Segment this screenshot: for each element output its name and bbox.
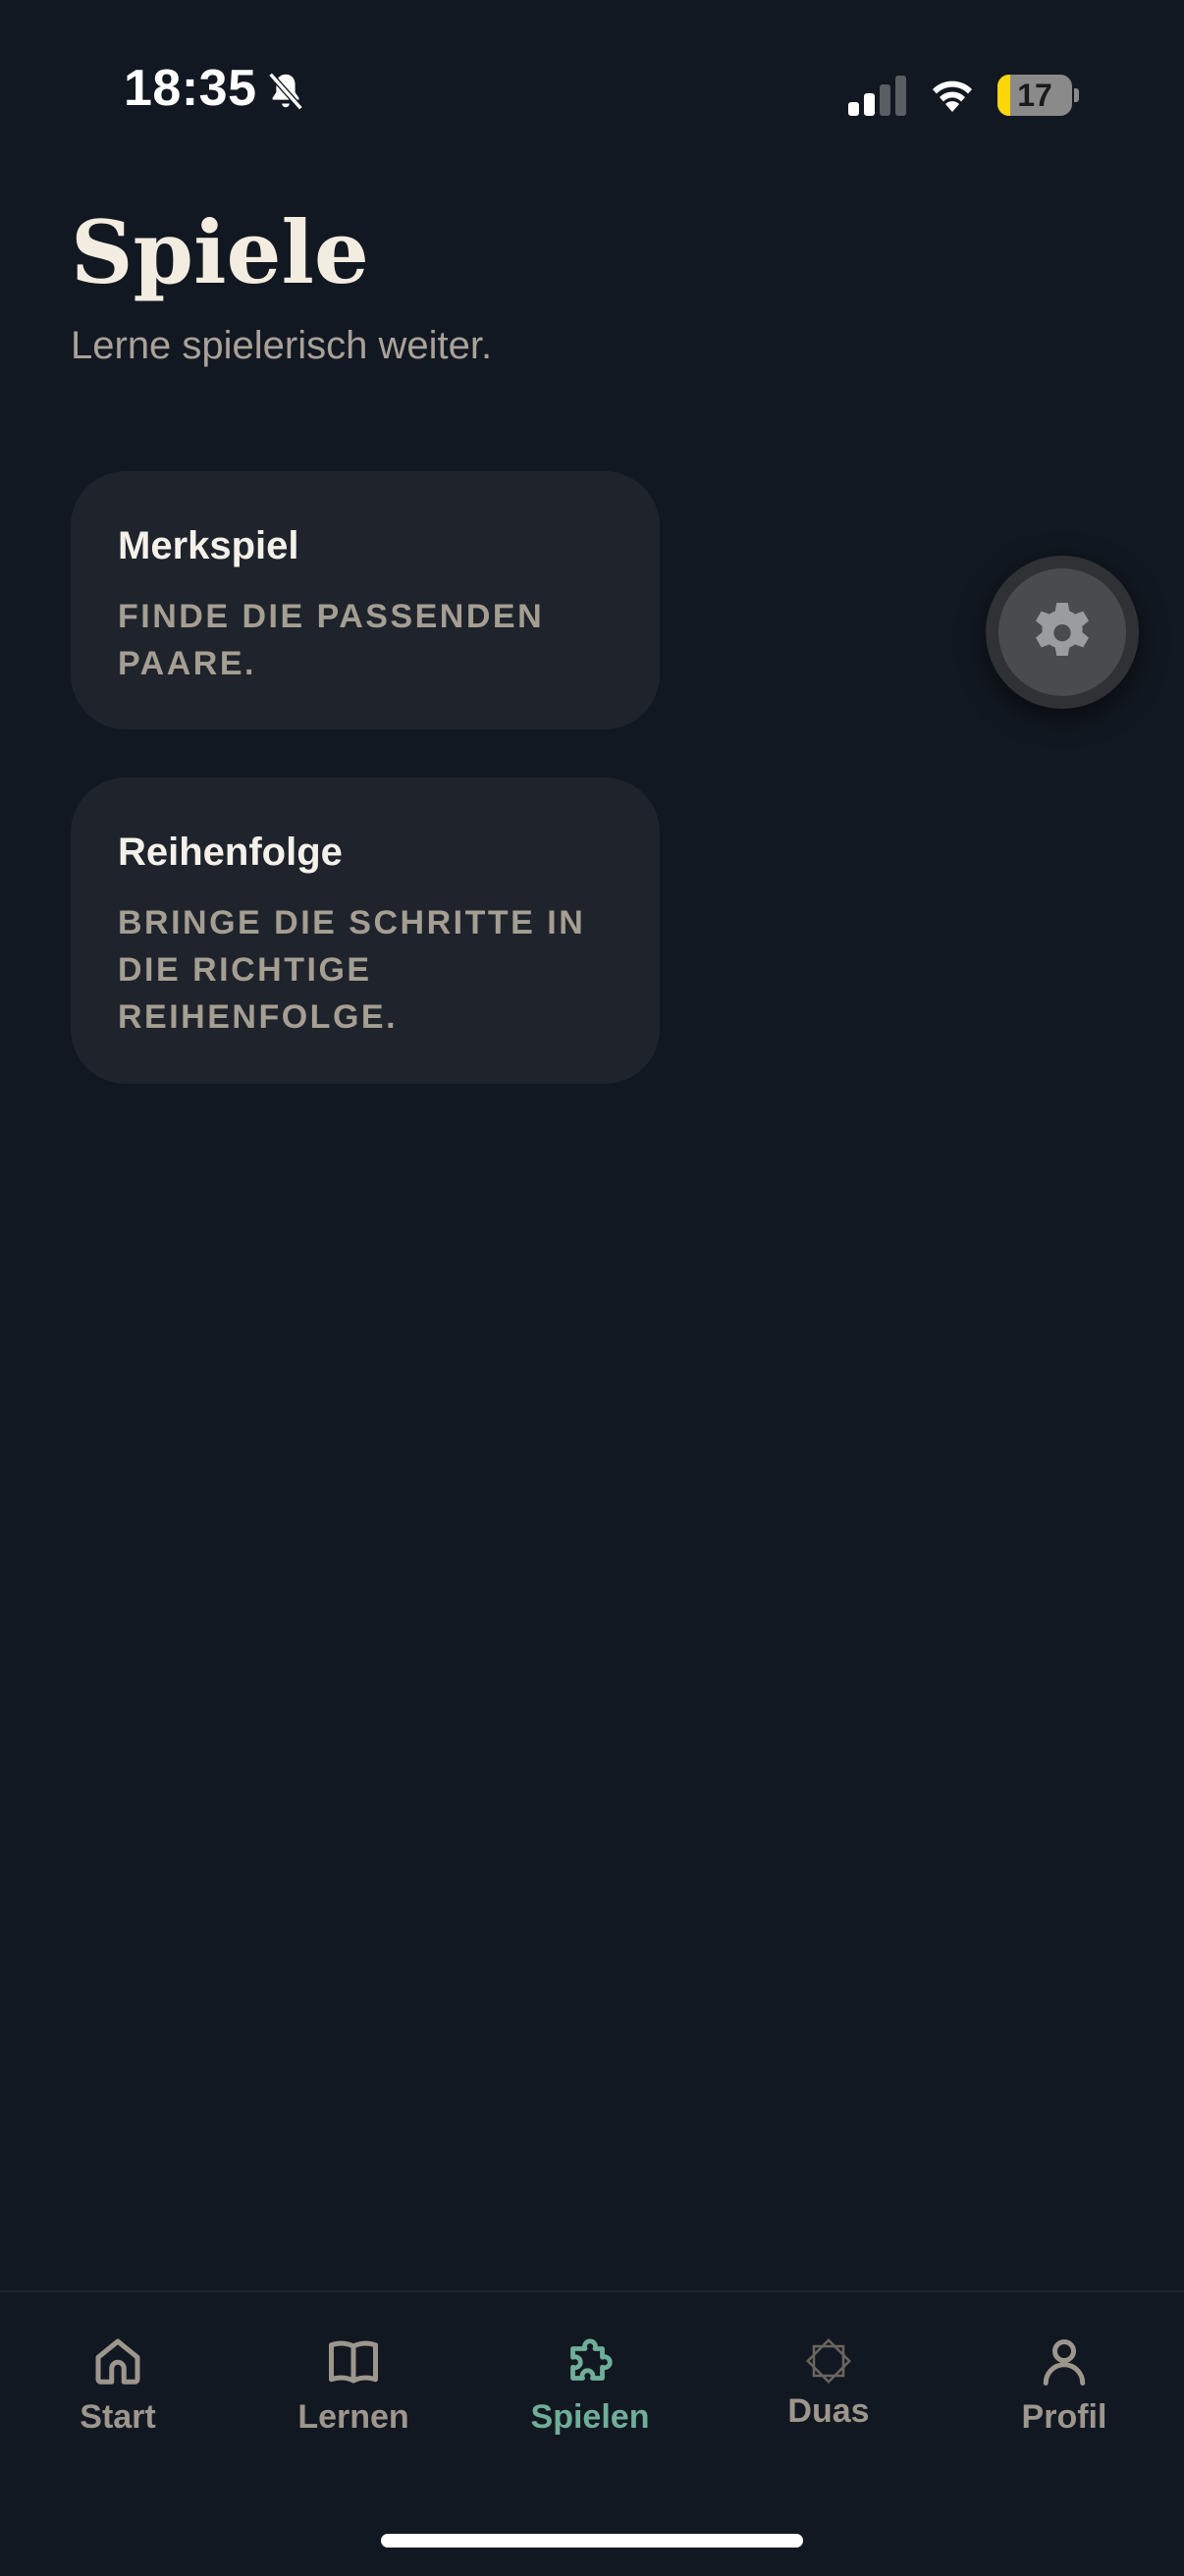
settings-button[interactable] bbox=[986, 556, 1139, 709]
wifi-icon bbox=[933, 80, 972, 112]
battery-level: 17 bbox=[1017, 78, 1052, 113]
cellular-signal-icon bbox=[848, 76, 906, 116]
game-card-title: Reihenfolge bbox=[118, 831, 343, 874]
tab-profil[interactable]: Profil bbox=[966, 2332, 1162, 2459]
page-title: Spiele bbox=[71, 201, 369, 303]
tab-lernen[interactable]: Lernen bbox=[255, 2332, 452, 2459]
status-time: 18:35 bbox=[124, 60, 257, 117]
game-card-description: FINDE DIE PASSENDEN PAARE. bbox=[118, 598, 545, 682]
home-indicator bbox=[381, 2534, 803, 2548]
game-card-merkspiel[interactable]: Merkspiel FINDE DIE PASSENDEN PAARE. bbox=[71, 471, 660, 729]
tab-label: Lernen bbox=[297, 2398, 409, 2436]
game-card-reihenfolge[interactable]: Reihenfolge BRINGE DIE SCHRITTE IN DIE R… bbox=[71, 778, 660, 1084]
tab-start[interactable]: Start bbox=[20, 2332, 216, 2459]
page-subtitle: Lerne spielerisch weiter. bbox=[71, 324, 493, 367]
status-bar: 18:35 17 bbox=[0, 0, 1184, 187]
battery-icon: 17 bbox=[997, 75, 1079, 116]
bell-slash-icon bbox=[268, 72, 303, 111]
tab-label: Duas bbox=[787, 2392, 870, 2430]
gear-icon bbox=[1036, 603, 1089, 656]
tab-spielen[interactable]: Spielen bbox=[492, 2332, 688, 2459]
tab-label: Spielen bbox=[530, 2398, 650, 2436]
book-icon bbox=[329, 2340, 378, 2384]
person-icon bbox=[1043, 2338, 1086, 2386]
game-card-description: BRINGE DIE SCHRITTE IN DIE RICHTIGE REIH… bbox=[118, 904, 586, 1036]
tab-duas[interactable]: Duas bbox=[730, 2332, 927, 2459]
home-icon bbox=[95, 2338, 140, 2385]
puzzle-icon bbox=[570, 2338, 613, 2381]
tab-label: Start bbox=[80, 2398, 156, 2436]
tab-label: Profil bbox=[1021, 2398, 1107, 2436]
star-octagon-icon bbox=[806, 2338, 851, 2384]
game-card-title: Merkspiel bbox=[118, 524, 299, 567]
